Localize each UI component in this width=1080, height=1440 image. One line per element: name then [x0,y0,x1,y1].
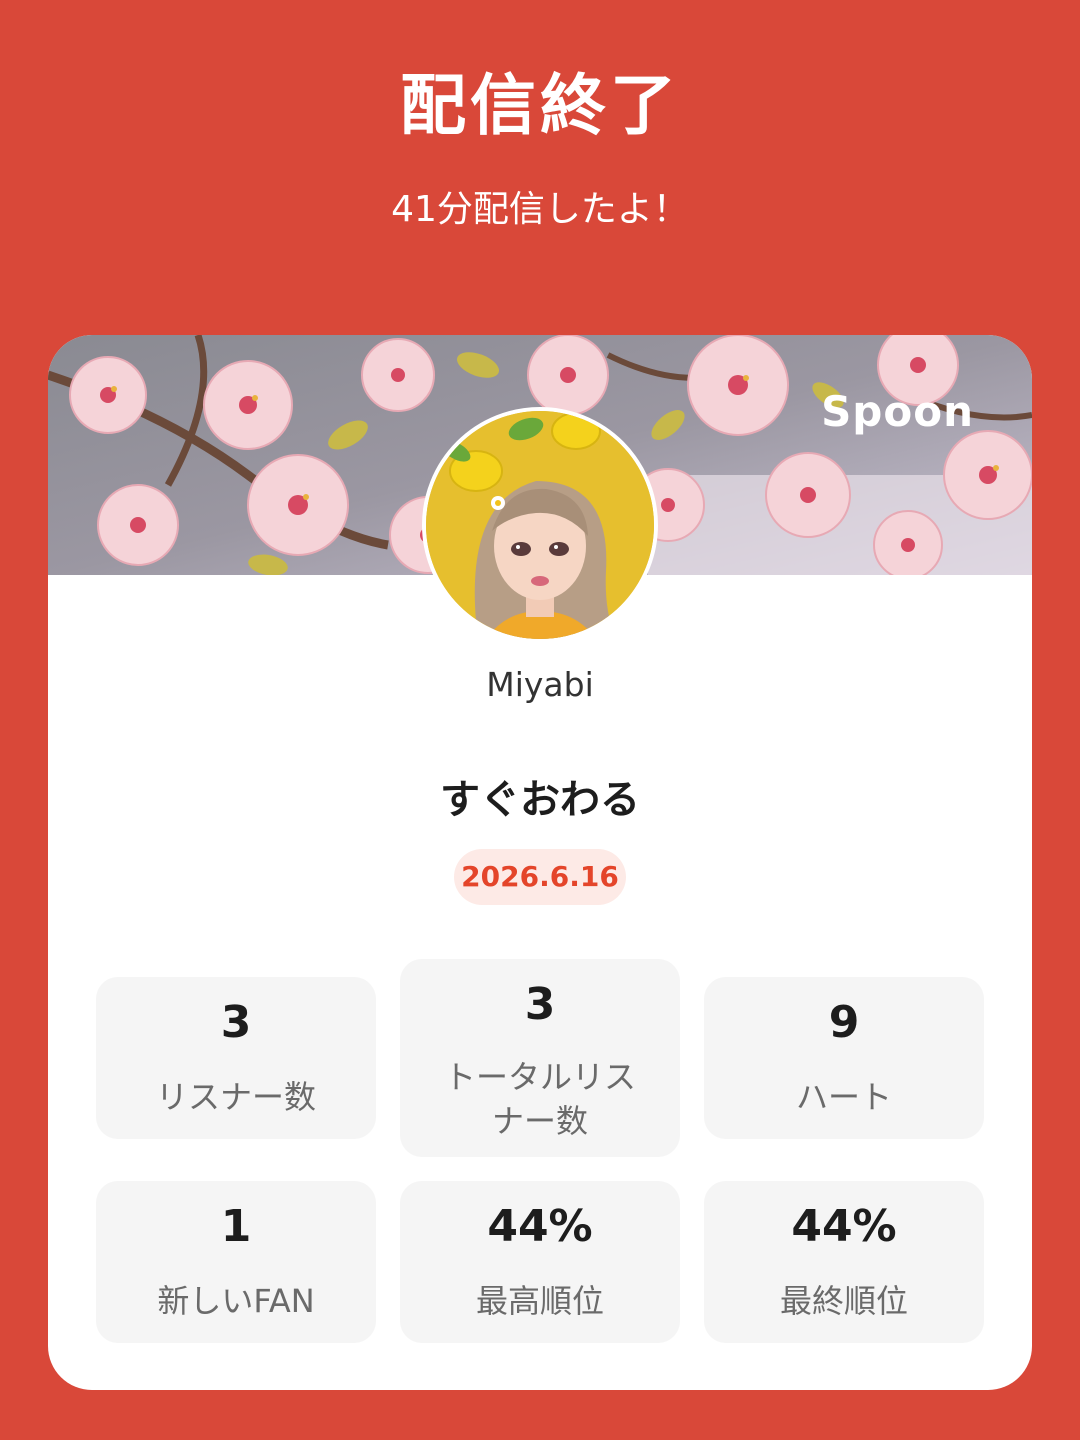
stream-title: すぐおわる [440,777,640,823]
stat-label: ハート [795,1078,892,1116]
stat-label: 最高順位 [475,1282,604,1320]
stat-total-listeners: 3 トータルリスナー数 [400,959,680,1157]
stat-highest-rank: 44% 最高順位 [400,1181,680,1343]
broadcast-duration-text: 41分配信したよ！ [391,189,689,230]
stat-value: 3 [524,979,556,1030]
stat-label: 新しいFAN [157,1282,315,1320]
stat-value: 9 [828,997,860,1048]
username: Miyabi [486,665,594,704]
stat-label: 最終順位 [779,1282,908,1320]
stat-new-fans: 1 新しいFAN [96,1181,376,1343]
spoon-logo: Spoon [821,387,974,436]
date-badge: 2026.6.16 [454,849,626,905]
stat-hearts: 9 ハート [704,977,984,1139]
broadcast-summary-card: Spoon Miyabi すぐおわる 2026.6.16 3 リスナー数 3 ト… [48,335,1032,1390]
stat-value: 3 [220,997,252,1048]
page-title: 配信終了 [400,67,680,144]
stat-listeners: 3 リスナー数 [96,977,376,1139]
stat-value: 1 [220,1201,252,1252]
user-avatar-image[interactable] [422,407,658,643]
stat-value: 44% [791,1201,897,1252]
stat-final-rank: 44% 最終順位 [704,1181,984,1343]
stat-value: 44% [487,1201,593,1252]
stat-label: リスナー数 [155,1078,316,1116]
stat-label: トータルリスナー数 [443,1058,636,1140]
